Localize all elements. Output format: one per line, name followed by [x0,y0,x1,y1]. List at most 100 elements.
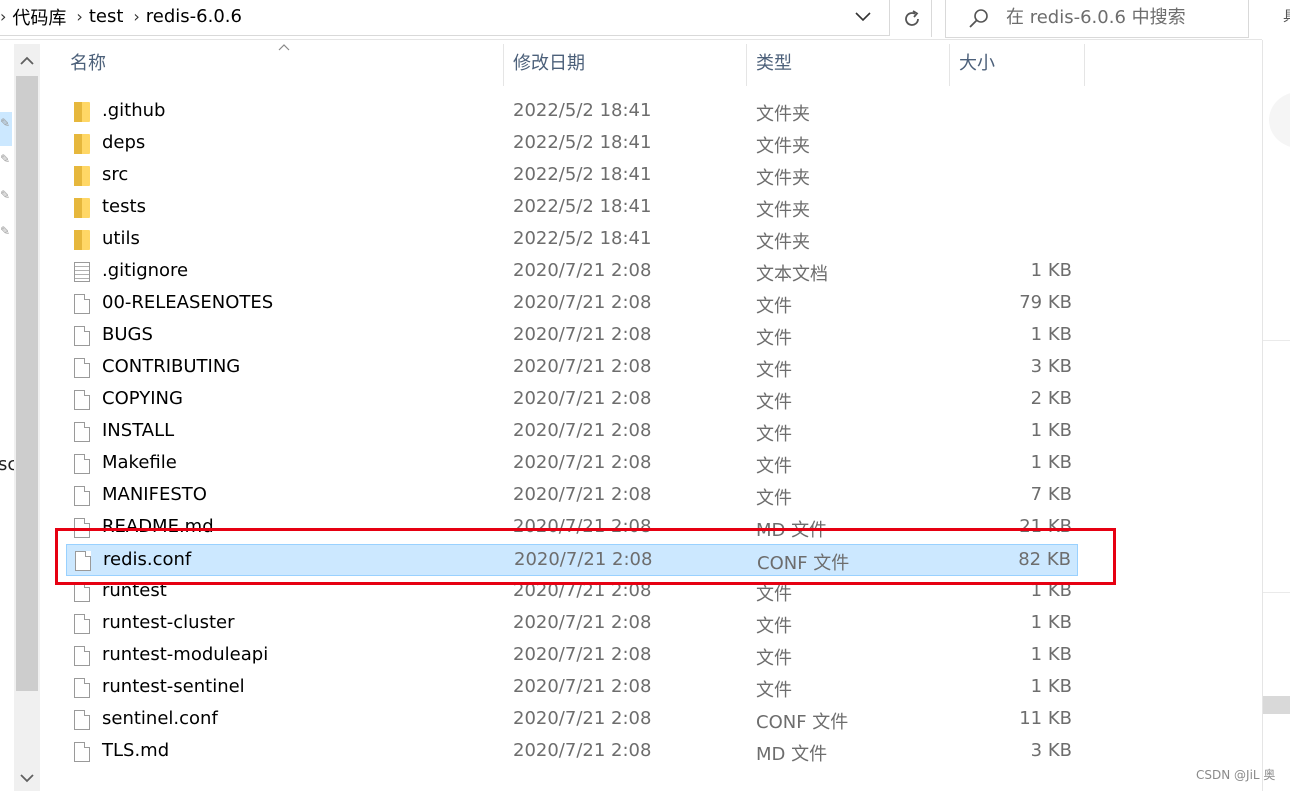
file-icon [74,710,90,730]
file-icon [74,422,90,442]
file-modified-date: 2022/5/2 18:41 [513,100,652,121]
file-size: 3 KB [1030,740,1072,761]
file-row[interactable]: runtest-cluster 2020/7/21 2:08 文件 1 KB [66,608,1078,640]
scrollbar-horizontal[interactable] [1263,696,1290,714]
file-row[interactable]: src 2022/5/2 18:41 文件夹 [66,160,1078,192]
file-size: 1 KB [1030,420,1072,441]
column-header-row: 名称 修改日期 类型 大小 [40,40,1262,96]
breadcrumb-item-test[interactable]: test [89,6,124,27]
scroll-down-icon[interactable] [14,765,40,791]
file-row[interactable]: runtest 2020/7/21 2:08 文件 1 KB [66,576,1078,608]
file-modified-date: 2020/7/21 2:08 [513,324,652,345]
decorative-shape [1269,92,1290,148]
file-type: 文件夹 [756,232,810,253]
file-row[interactable]: deps 2022/5/2 18:41 文件夹 [66,128,1078,160]
file-modified-date: 2020/7/21 2:08 [513,484,652,505]
vertical-scrollbar[interactable] [14,44,40,791]
file-type: 文件 [756,616,792,637]
sort-ascending-icon [278,40,290,54]
file-row[interactable]: Makefile 2020/7/21 2:08 文件 1 KB [66,448,1078,480]
column-header-name[interactable]: 名称 [70,40,106,84]
breadcrumb-separator[interactable]: › [133,7,139,26]
folder-icon [74,198,90,218]
file-row[interactable]: sentinel.conf 2020/7/21 2:08 CONF 文件 11 KB [66,704,1078,736]
file-modified-date: 2020/7/21 2:08 [513,708,652,729]
breadcrumb-item-redis[interactable]: redis-6.0.6 [146,6,242,27]
file-modified-date: 2020/7/21 2:08 [513,356,652,377]
file-name: INSTALL [102,420,175,441]
column-divider[interactable] [949,44,950,86]
file-name: TLS.md [102,740,170,761]
file-type: 文件 [756,488,792,509]
file-type: 文件 [756,648,792,669]
file-name: runtest-cluster [102,612,235,633]
file-name: .gitignore [102,260,189,281]
file-modified-date: 2020/7/21 2:08 [513,452,652,473]
file-icon [74,454,90,474]
file-modified-date: 2022/5/2 18:41 [513,196,652,217]
file-type: CONF 文件 [757,553,850,574]
file-icon [74,518,90,538]
file-name: MANIFESTO [102,484,207,505]
file-row[interactable]: .gitignore 2020/7/21 2:08 文本文档 1 KB [66,256,1078,288]
pin-icon: ✎ [0,188,11,202]
file-row[interactable]: BUGS 2020/7/21 2:08 文件 1 KB [66,320,1078,352]
address-bar[interactable]: › 代码库 › test › redis-6.0.6 [0,0,890,36]
file-type: 文件夹 [756,200,810,221]
file-modified-date: 2020/7/21 2:08 [513,644,652,665]
column-divider[interactable] [1084,44,1085,86]
refresh-button[interactable] [892,0,932,37]
navigation-pane: ✎ ✎ ✎ ✎ sc [0,40,17,791]
scrollbar-thumb[interactable] [16,76,38,691]
file-size: 1 KB [1030,260,1072,281]
pin-icon: ✎ [0,224,11,238]
file-row[interactable]: runtest-sentinel 2020/7/21 2:08 文件 1 KB [66,672,1078,704]
file-name: CONTRIBUTING [102,356,241,377]
file-size: 1 KB [1030,644,1072,665]
pin-icon: ✎ [0,116,11,130]
file-icon [74,582,90,602]
file-size: 1 KB [1030,676,1072,697]
file-icon [74,614,90,634]
file-size: 1 KB [1030,580,1072,601]
column-divider[interactable] [503,44,504,86]
column-divider[interactable] [746,44,747,86]
file-name: .github [102,100,166,121]
column-header-type[interactable]: 类型 [756,40,792,84]
column-header-modified[interactable]: 修改日期 [513,40,585,84]
file-row[interactable]: README.md 2020/7/21 2:08 MD 文件 21 KB [66,512,1078,544]
file-size: 2 KB [1030,388,1072,409]
file-modified-date: 2022/5/2 18:41 [513,228,652,249]
breadcrumb-separator[interactable]: › [76,7,82,26]
file-modified-date: 2022/5/2 18:41 [513,132,652,153]
file-name: BUGS [102,324,153,345]
scroll-up-icon[interactable] [14,48,40,74]
file-row[interactable]: redis.conf 2020/7/21 2:08 CONF 文件 82 KB [66,544,1078,576]
breadcrumb-item-codebase[interactable]: 代码库 [12,4,66,30]
file-size: 82 KB [1018,549,1071,570]
file-name: sentinel.conf [102,708,218,729]
file-type: MD 文件 [756,744,828,765]
search-input[interactable] [1006,7,1246,28]
chevron-down-icon[interactable] [848,4,878,30]
file-modified-date: 2020/7/21 2:08 [513,676,652,697]
file-icon [74,646,90,666]
column-header-size[interactable]: 大小 [959,40,995,84]
file-row[interactable]: utils 2022/5/2 18:41 文件夹 [66,224,1078,256]
file-row[interactable]: MANIFESTO 2020/7/21 2:08 文件 7 KB [66,480,1078,512]
search-box[interactable] [945,0,1249,38]
file-row[interactable]: 00-RELEASENOTES 2020/7/21 2:08 文件 79 KB [66,288,1078,320]
adjacent-window-edge [1262,40,1290,791]
file-type: 文件 [756,296,792,317]
file-modified-date: 2020/7/21 2:08 [513,516,652,537]
file-row[interactable]: CONTRIBUTING 2020/7/21 2:08 文件 3 KB [66,352,1078,384]
file-row[interactable]: .github 2022/5/2 18:41 文件夹 [66,96,1078,128]
file-modified-date: 2020/7/21 2:08 [513,740,652,761]
file-type: 文件夹 [756,136,810,157]
file-row[interactable]: runtest-moduleapi 2020/7/21 2:08 文件 1 KB [66,640,1078,672]
file-row[interactable]: INSTALL 2020/7/21 2:08 文件 1 KB [66,416,1078,448]
file-icon [74,390,90,410]
file-row[interactable]: tests 2022/5/2 18:41 文件夹 [66,192,1078,224]
file-row[interactable]: TLS.md 2020/7/21 2:08 MD 文件 3 KB [66,736,1078,768]
file-row[interactable]: COPYING 2020/7/21 2:08 文件 2 KB [66,384,1078,416]
